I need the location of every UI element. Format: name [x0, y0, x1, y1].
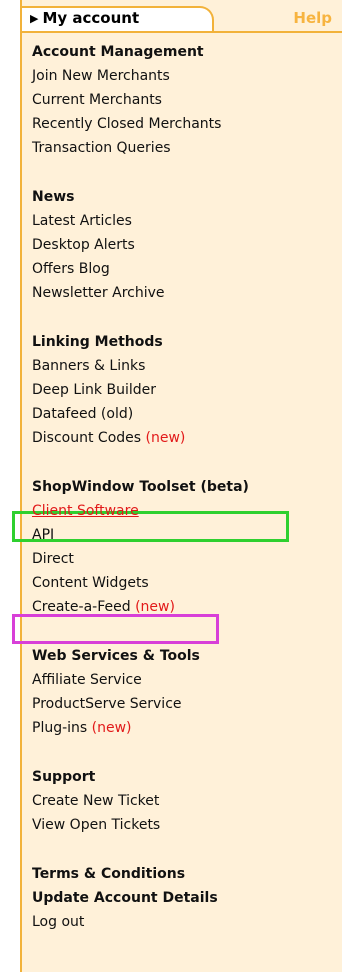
menu-item-create-new-ticket[interactable]: Create New Ticket [32, 789, 332, 813]
menu-item-affiliate-service[interactable]: Affiliate Service [32, 668, 332, 692]
tab-help[interactable]: Help [293, 8, 332, 28]
section-shopwindow-toolset: ShopWindow Toolset (beta) Client Softwar… [32, 475, 332, 619]
menu-item-api[interactable]: API [32, 523, 332, 547]
section-news: News Latest Articles Desktop Alerts Offe… [32, 185, 332, 305]
menu-item-deep-link-builder[interactable]: Deep Link Builder [32, 378, 332, 402]
menu-item-discount-codes[interactable]: Discount Codes (new) [32, 426, 332, 450]
menu-item-create-a-feed[interactable]: Create-a-Feed (new) [32, 595, 332, 619]
section-linking-methods: Linking Methods Banners & Links Deep Lin… [32, 330, 332, 450]
section-account-management: Account Management Join New Merchants Cu… [32, 40, 332, 160]
tab-my-account[interactable]: ▶ My account [22, 6, 214, 31]
menu-item-datafeed-old[interactable]: Datafeed (old) [32, 402, 332, 426]
triangle-right-icon: ▶ [30, 12, 39, 25]
tab-bar: ▶ My account Help [22, 0, 342, 33]
menu-item-newsletter-archive[interactable]: Newsletter Archive [32, 281, 332, 305]
menu-item-join-new-merchants[interactable]: Join New Merchants [32, 64, 332, 88]
menu-item-desktop-alerts[interactable]: Desktop Alerts [32, 233, 332, 257]
menu-item-plug-ins-label: Plug-ins [32, 720, 88, 736]
menu-item-productserve-service[interactable]: ProductServe Service [32, 692, 332, 716]
menu-item-plug-ins[interactable]: Plug-ins (new) [32, 716, 332, 740]
menu-item-transaction-queries[interactable]: Transaction Queries [32, 136, 332, 160]
sidebar-menu: Account Management Join New Merchants Cu… [32, 40, 332, 934]
section-footer: Terms & Conditions Update Account Detail… [32, 862, 332, 934]
menu-item-recently-closed-merchants[interactable]: Recently Closed Merchants [32, 112, 332, 136]
menu-item-current-merchants[interactable]: Current Merchants [32, 88, 332, 112]
menu-item-create-a-feed-label: Create-a-Feed [32, 599, 131, 615]
new-badge: (new) [145, 430, 186, 446]
new-badge: (new) [135, 599, 175, 615]
menu-layer: Account Management Join New Merchants Cu… [20, 0, 342, 972]
menu-item-log-out[interactable]: Log out [32, 910, 332, 934]
heading-linking-methods[interactable]: Linking Methods [32, 330, 332, 354]
heading-news[interactable]: News [32, 185, 332, 209]
menu-item-terms-conditions[interactable]: Terms & Conditions [32, 862, 332, 886]
new-badge: (new) [91, 720, 132, 736]
menu-item-update-account-details[interactable]: Update Account Details [32, 886, 332, 910]
heading-account-management[interactable]: Account Management [32, 40, 332, 64]
menu-item-latest-articles[interactable]: Latest Articles [32, 209, 332, 233]
menu-item-client-software[interactable]: Client Software [32, 499, 332, 523]
heading-web-services[interactable]: Web Services & Tools [32, 644, 332, 668]
menu-item-offers-blog[interactable]: Offers Blog [32, 257, 332, 281]
menu-item-discount-codes-label: Discount Codes [32, 430, 142, 446]
section-web-services: Web Services & Tools Affiliate Service P… [32, 644, 332, 740]
heading-support[interactable]: Support [32, 765, 332, 789]
section-support: Support Create New Ticket View Open Tick… [32, 765, 332, 837]
tab-divider [22, 31, 342, 33]
tab-my-account-label: My account [42, 9, 140, 27]
menu-item-content-widgets[interactable]: Content Widgets [32, 571, 332, 595]
menu-item-banners-links[interactable]: Banners & Links [32, 354, 332, 378]
heading-shopwindow-toolset[interactable]: ShopWindow Toolset (beta) [32, 475, 332, 499]
menu-item-direct[interactable]: Direct [32, 547, 332, 571]
menu-item-view-open-tickets[interactable]: View Open Tickets [32, 813, 332, 837]
